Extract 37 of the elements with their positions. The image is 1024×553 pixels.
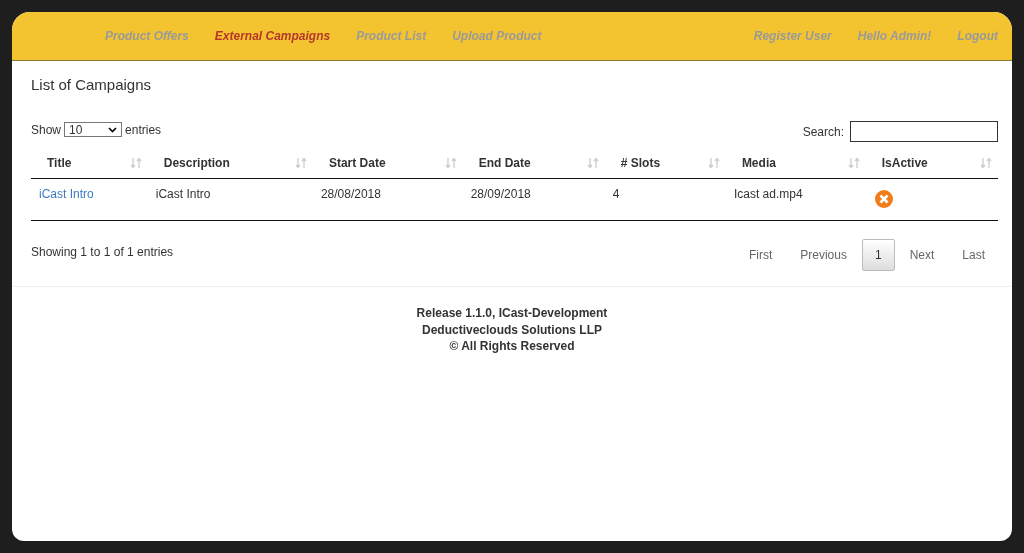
title-link[interactable]: iCast Intro [39, 187, 94, 201]
table-info: Showing 1 to 1 of 1 entries [31, 245, 174, 259]
column-header[interactable]: IsActive [865, 150, 998, 179]
table-cell: Icast ad.mp4 [733, 187, 803, 201]
page-button[interactable]: 1 [861, 239, 895, 271]
column-header[interactable]: Start Date [312, 150, 463, 179]
nav-link[interactable]: External Campaigns [214, 29, 331, 43]
sort-icon [129, 157, 142, 169]
page-button[interactable]: First [735, 239, 786, 271]
footer-text: © All Rights Reserved [448, 338, 576, 355]
footer-text: Deductiveclouds Solutions LLP [421, 321, 603, 338]
sort-icon [980, 157, 992, 169]
search-label: Search: [802, 124, 844, 139]
entries-label: entries [125, 122, 162, 137]
show-label: Show [31, 122, 62, 137]
page-button[interactable]: Next [896, 239, 948, 271]
page-button[interactable]: Last [949, 239, 998, 271]
footer-text: Release 1.1.0, ICast-Development [415, 305, 609, 322]
column-header[interactable]: End Date [462, 150, 605, 179]
sort-icon [847, 157, 860, 169]
table-cell: iCast Intro [155, 187, 211, 201]
sort-icon [586, 157, 599, 169]
column-header[interactable]: Description [147, 150, 313, 179]
sort-icon [707, 157, 720, 169]
search-field[interactable] [850, 121, 998, 142]
sort-icon [294, 157, 307, 169]
page-title: List of Campaigns [31, 76, 153, 93]
page-button[interactable]: Previous [787, 239, 860, 271]
table-cell: 4 [612, 187, 620, 201]
column-header[interactable]: Title [31, 150, 148, 179]
column-header[interactable]: # Slots [604, 150, 726, 179]
entries-select[interactable]: 10 [64, 122, 123, 137]
sort-icon [444, 157, 457, 169]
column-header[interactable]: Media [725, 150, 866, 179]
chevron-icon [108, 126, 118, 133]
table-cell: 28/08/2018 [320, 187, 381, 201]
table-cell: 28/09/2018 [470, 187, 531, 201]
